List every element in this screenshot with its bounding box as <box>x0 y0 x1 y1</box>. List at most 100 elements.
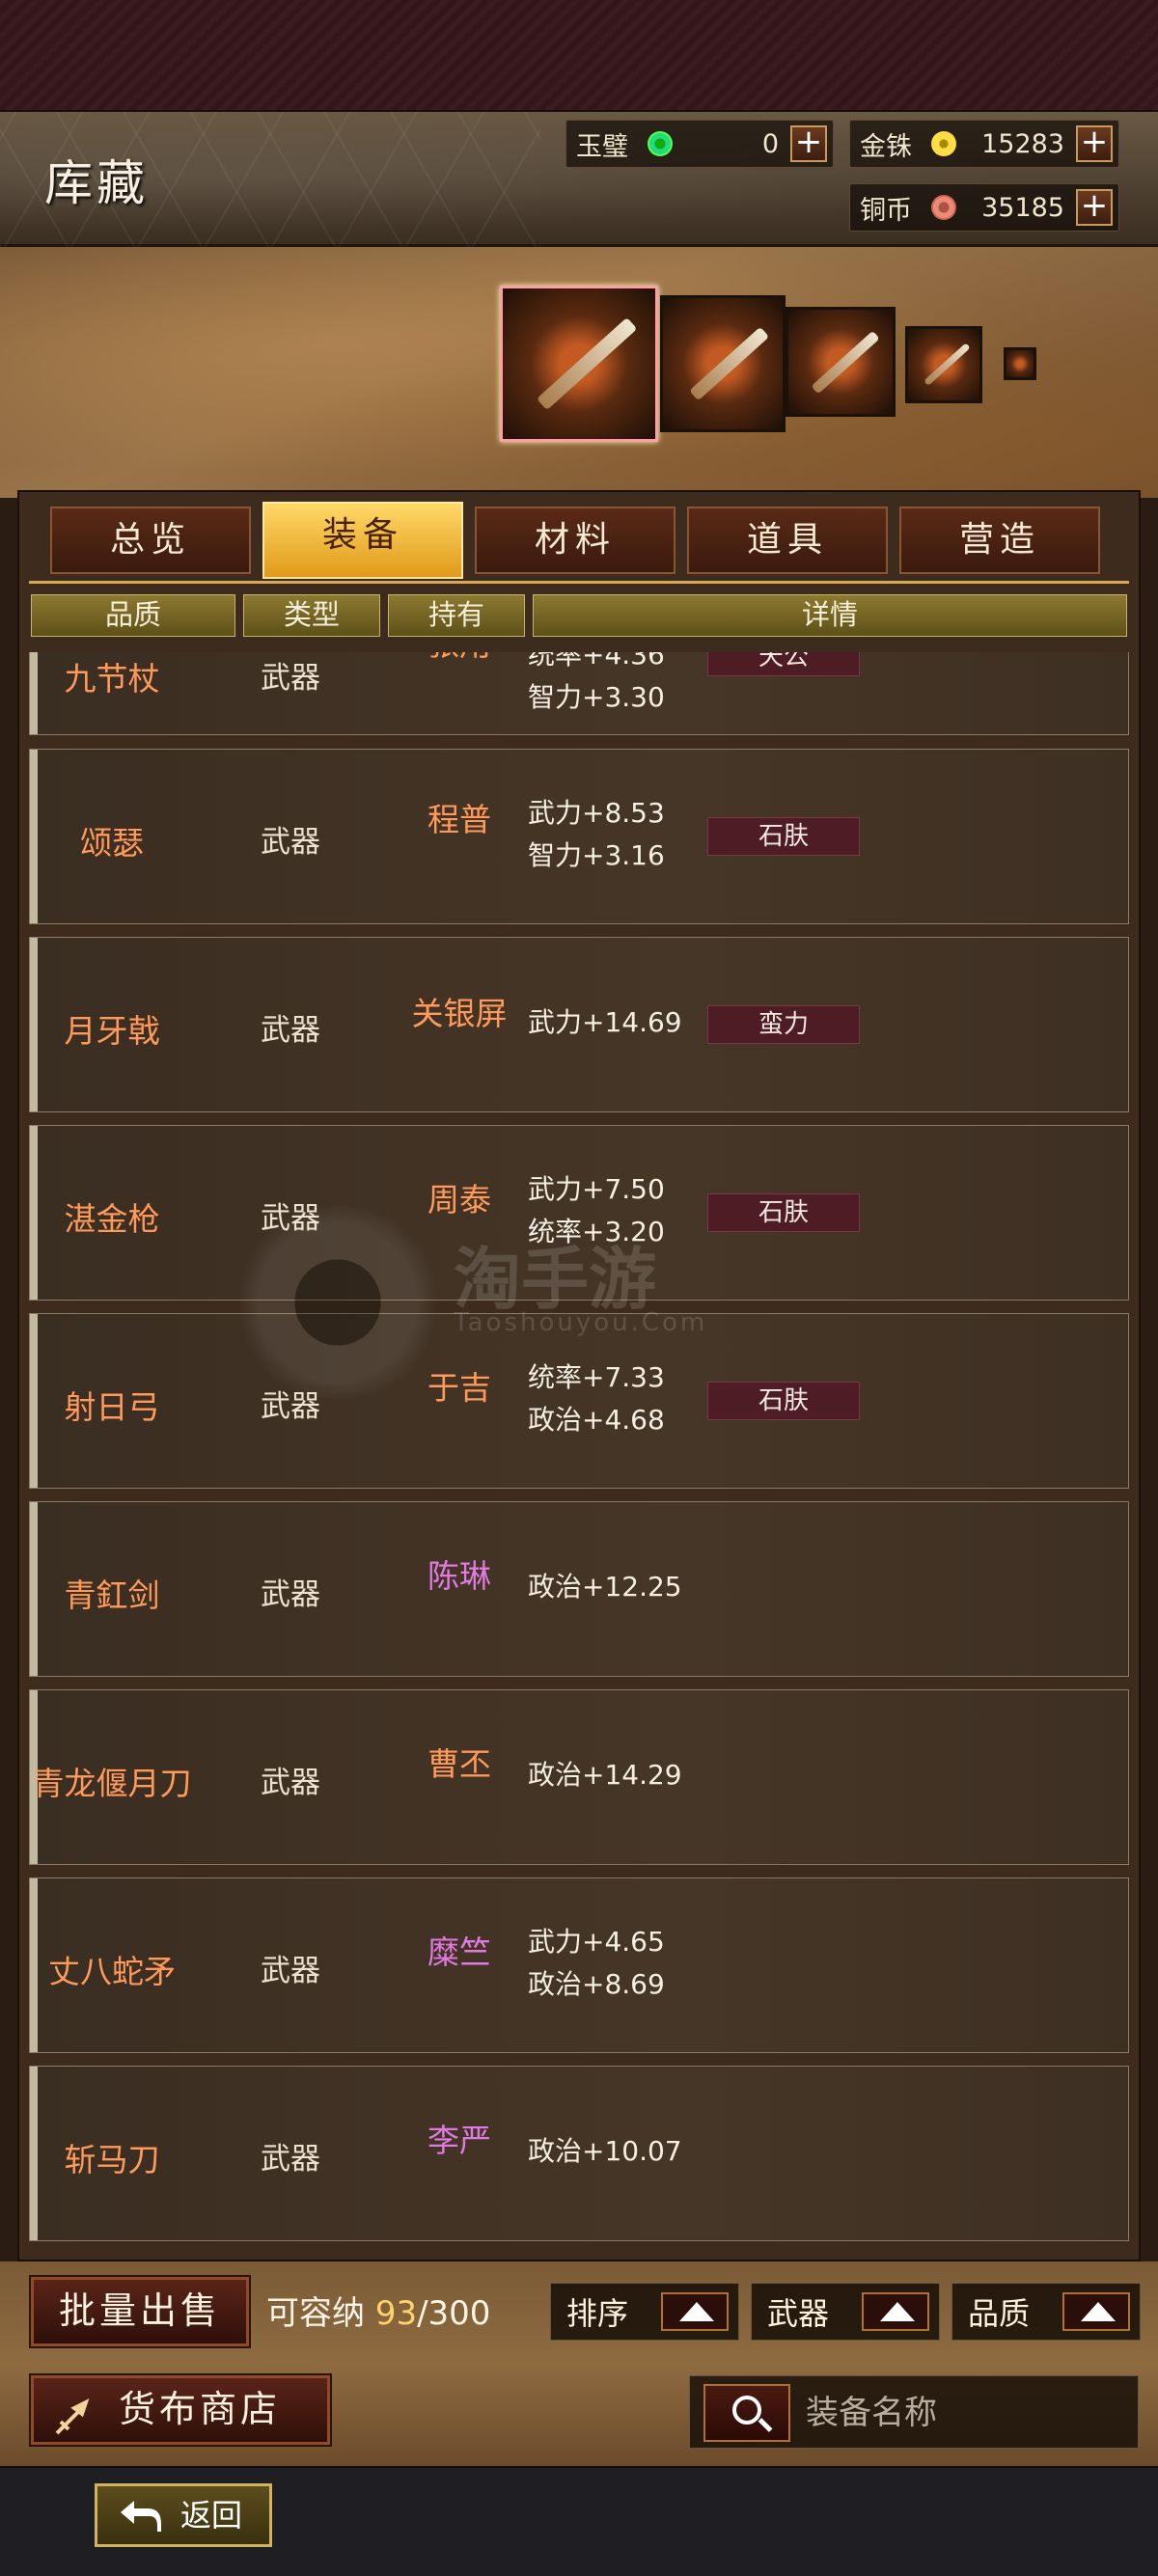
currency-jade: 玉璧 0 + <box>565 120 834 168</box>
chevron-up-icon[interactable] <box>661 2292 729 2331</box>
equipment-type: 武器 <box>261 825 320 860</box>
tab-equipment[interactable]: 装备 <box>262 502 463 579</box>
equipment-name: 青釭剑 <box>64 1576 160 1614</box>
equipment-holder[interactable]: 糜竺 <box>397 1927 522 1973</box>
trait-badge: 蛮力 <box>707 1005 860 1044</box>
search-field <box>689 2375 1139 2449</box>
quality-filter-dropdown[interactable]: 品质 <box>951 2283 1141 2341</box>
column-header-type[interactable]: 类型 <box>243 594 380 637</box>
carousel-item-selected[interactable] <box>500 286 658 442</box>
add-gold-button[interactable]: + <box>1076 125 1113 162</box>
capacity-total: /300 <box>417 2294 491 2333</box>
table-row[interactable]: 射日弓 武器 于吉 统率+7.33 政治+4.68 石肤 <box>29 1313 1129 1489</box>
tab-items[interactable]: 道具 <box>687 507 888 574</box>
carousel-item[interactable] <box>786 307 896 417</box>
add-jade-button[interactable]: + <box>790 125 827 162</box>
status-bar-area <box>0 0 1158 112</box>
equipment-type: 武器 <box>261 1766 320 1800</box>
stat-line: 智力+3.16 <box>528 839 665 871</box>
currency-value: 15283 <box>981 128 1064 159</box>
weapon-image <box>503 288 655 439</box>
column-header-quality[interactable]: 品质 <box>31 594 235 637</box>
equipment-holder[interactable]: 张用 <box>397 652 522 665</box>
stat-line: 政治+8.69 <box>528 1968 665 2000</box>
table-row[interactable]: 斩马刀 武器 李严 政治+10.07 <box>29 2066 1129 2241</box>
stat-line: 武力+4.65 <box>528 1926 665 1958</box>
equipment-holder[interactable]: 李严 <box>397 2115 522 2161</box>
currency-value: 0 <box>761 128 779 159</box>
equipment-list: 九节杖 武器 张用 统率+4.36 智力+3.30 天公 颂瑟 武器 程普 武力… <box>29 652 1129 2254</box>
tab-materials[interactable]: 材料 <box>475 507 676 574</box>
weapon-image <box>1006 350 1034 377</box>
equipment-name: 月牙戟 <box>64 1012 160 1050</box>
type-filter-dropdown[interactable]: 武器 <box>751 2283 940 2341</box>
shop-icon <box>53 2394 92 2435</box>
equipment-holder[interactable]: 曹丕 <box>397 1739 522 1785</box>
currency-copper: 铜币 35185 + <box>849 183 1119 232</box>
capacity-label: 可容纳 <box>266 2294 365 2333</box>
carousel-item[interactable] <box>660 295 786 432</box>
equipment-type: 武器 <box>261 1013 320 1048</box>
stat-line: 武力+14.69 <box>528 1006 682 1038</box>
sort-dropdown[interactable]: 排序 <box>550 2283 739 2341</box>
weapon-image <box>788 310 893 414</box>
equipment-holder[interactable]: 关银屏 <box>397 988 522 1034</box>
search-input[interactable] <box>806 2388 1124 2438</box>
equipment-type: 武器 <box>261 661 320 696</box>
table-row[interactable]: 青龙偃月刀 武器 曹丕 政治+14.29 <box>29 1689 1129 1865</box>
stat-line: 智力+3.30 <box>528 681 665 713</box>
page-title: 库藏 <box>44 155 149 211</box>
tab-construction[interactable]: 营造 <box>899 507 1100 574</box>
equipment-type: 武器 <box>261 1577 320 1612</box>
stat-line: 政治+10.07 <box>528 2135 682 2167</box>
sort-label: 排序 <box>566 2295 629 2332</box>
tab-overview[interactable]: 总览 <box>50 507 251 574</box>
equipment-name: 湛金枪 <box>64 1200 160 1238</box>
weapon-image <box>663 298 783 429</box>
equipment-holder[interactable]: 于吉 <box>397 1362 522 1409</box>
copper-coin-icon <box>931 195 956 220</box>
stat-line: 武力+8.53 <box>528 797 665 829</box>
currency-value: 35185 <box>981 192 1064 223</box>
carousel-item[interactable] <box>1004 347 1036 380</box>
add-copper-button[interactable]: + <box>1076 189 1113 226</box>
equipment-holder[interactable]: 周泰 <box>397 1174 522 1220</box>
back-button[interactable]: 返回 <box>95 2483 272 2547</box>
search-icon <box>732 2396 761 2425</box>
carousel-item[interactable] <box>905 326 982 403</box>
batch-sell-button[interactable]: 批量出售 <box>31 2277 249 2346</box>
equipment-name: 青龙偃月刀 <box>32 1765 192 1802</box>
trait-badge: 石肤 <box>707 1382 860 1420</box>
trait-badge: 石肤 <box>707 1193 860 1232</box>
currency-shop-button[interactable]: 货布商店 <box>31 2375 330 2445</box>
equipment-stats: 统率+7.33 政治+4.68 <box>528 1357 665 1441</box>
stat-line: 统率+7.33 <box>528 1361 665 1393</box>
table-row[interactable]: 青釭剑 武器 陈琳 政治+12.25 <box>29 1501 1129 1677</box>
table-row[interactable]: 丈八蛇矛 武器 糜竺 武力+4.65 政治+8.69 <box>29 1877 1129 2053</box>
column-header-details: 详情 <box>533 594 1127 637</box>
currency-gold: 金铢 15283 + <box>849 120 1119 168</box>
equipment-stats: 武力+8.53 智力+3.16 <box>528 792 665 877</box>
type-filter-label: 武器 <box>767 2295 830 2332</box>
equipment-name: 九节杖 <box>64 660 160 698</box>
equipment-holder[interactable]: 程普 <box>397 794 522 840</box>
equipment-stats: 武力+14.69 <box>528 1001 682 1044</box>
table-row[interactable]: 九节杖 武器 张用 统率+4.36 智力+3.30 天公 <box>29 652 1129 735</box>
chevron-up-icon[interactable] <box>862 2292 929 2331</box>
stat-line: 政治+14.29 <box>528 1759 682 1791</box>
search-button[interactable] <box>703 2384 790 2442</box>
column-header-holder[interactable]: 持有 <box>388 594 525 637</box>
stat-line: 统率+4.36 <box>528 652 665 671</box>
equipment-type: 武器 <box>261 1954 320 1988</box>
chevron-up-icon[interactable] <box>1062 2292 1130 2331</box>
green-coin-icon <box>648 131 673 156</box>
watermark-subtext: Taoshouyou.Com <box>454 1308 708 1337</box>
trait-badge: 石肤 <box>707 817 860 856</box>
equipment-type: 武器 <box>261 2142 320 2177</box>
equipment-holder[interactable]: 陈琳 <box>397 1550 522 1597</box>
equipment-name: 丈八蛇矛 <box>48 1953 176 1990</box>
table-row[interactable]: 月牙戟 武器 关银屏 武力+14.69 蛮力 <box>29 937 1129 1112</box>
equipment-stats: 统率+4.36 智力+3.30 <box>528 652 665 719</box>
stat-line: 政治+12.25 <box>528 1571 682 1603</box>
table-row[interactable]: 颂瑟 武器 程普 武力+8.53 智力+3.16 石肤 <box>29 749 1129 924</box>
